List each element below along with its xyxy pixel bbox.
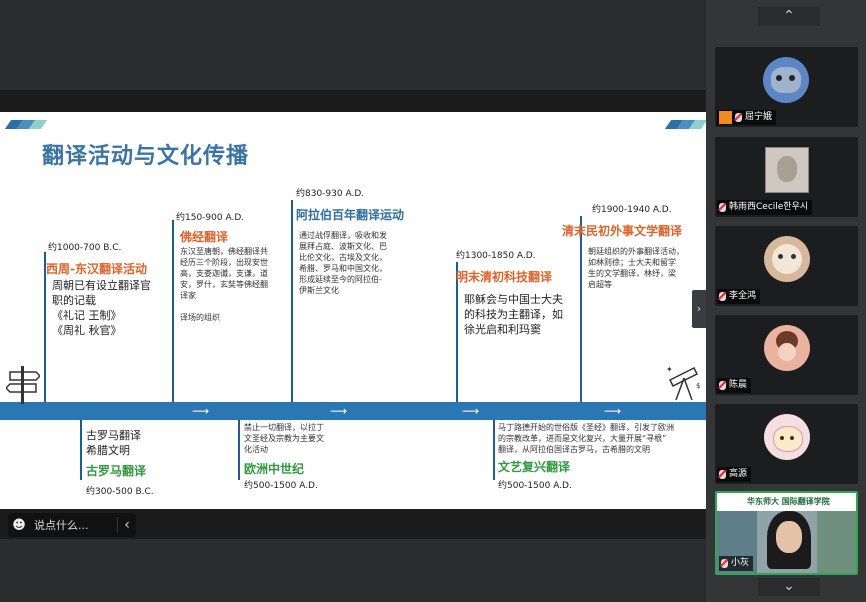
mic-muted-icon — [721, 559, 728, 568]
participant-name-bar: 李全鸿 — [717, 289, 761, 304]
timeline-connector — [172, 220, 174, 402]
event-era: 欧洲中世纪 — [244, 462, 305, 476]
event-date: 约300-500 B.C. — [86, 487, 154, 497]
participant-tile[interactable]: 陈晨 — [715, 315, 858, 395]
event-date: 约500-1500 A.D. — [244, 481, 318, 491]
telescope-icon: ✦ $ — [666, 365, 700, 401]
participant-name: 陈晨 — [729, 380, 748, 390]
participant-name-bar: 屈宁娥 — [717, 110, 777, 125]
mic-muted-icon — [719, 381, 726, 390]
slide-title: 翻译活动与文化传播 — [42, 144, 250, 169]
participant-name: 小灰 — [731, 558, 750, 568]
event-desc: 通过战俘翻译，吸收和发 展拜占庭、波斯文化、巴 比伦文化，古埃及文化， 希腊、罗… — [299, 231, 387, 295]
participant-name: 李全鸿 — [729, 291, 757, 301]
timeline-connector — [580, 216, 582, 402]
banner-text: 华东师大 国际翻译学院 — [747, 497, 830, 506]
event-desc: 古罗马翻译 希腊文明 — [86, 429, 141, 457]
timeline-bar — [0, 402, 706, 420]
event-desc: 朝廷组织的外事翻译活动， 如林则徐；士大夫和留学 生的文学翻译，林纾，梁 启超等 — [588, 247, 684, 289]
avatar — [763, 57, 809, 103]
participant-tile[interactable]: 韩雨西Cecile한우시 — [715, 137, 858, 217]
video-person — [767, 511, 811, 569]
event-desc: 耶稣会与中国士大夫 的科技为主翻译，如 徐光启和利玛窦 — [464, 293, 563, 336]
svg-text:✦: ✦ — [666, 365, 673, 374]
host-icon — [719, 111, 732, 124]
mic-muted-icon — [719, 470, 726, 479]
mic-muted-icon — [719, 203, 726, 212]
arrow-right-icon: ⟶ — [192, 404, 210, 418]
collapse-sidebar-button[interactable]: › — [692, 290, 706, 328]
chat-input[interactable]: ☻ 说点什么... ‹ — [8, 513, 136, 537]
signpost-icon — [6, 366, 40, 404]
participant-tile[interactable]: 李全鸿 — [715, 226, 858, 306]
timeline-connector — [80, 420, 82, 480]
event-era: 古罗马翻译 — [86, 464, 147, 478]
event-date: 约1900-1940 A.D. — [592, 205, 672, 215]
arrow-right-icon: ⟶ — [462, 404, 480, 418]
svg-text:$: $ — [696, 382, 700, 390]
participant-name-bar: 高源 — [717, 467, 752, 482]
event-date: 约150-900 A.D. — [176, 213, 245, 223]
chat-placeholder[interactable]: 说点什么... — [30, 517, 117, 533]
event-era: 阿拉伯百年翻译运动 — [296, 208, 405, 222]
participant-name: 高源 — [729, 469, 748, 479]
participant-name: 韩雨西Cecile한우시 — [729, 202, 809, 212]
scroll-up-button[interactable]: ⌃ — [758, 7, 820, 26]
avatar — [764, 236, 810, 282]
stripe-decoration-right — [664, 120, 706, 129]
participant-name: 屈宁娥 — [745, 112, 773, 122]
avatar — [765, 147, 809, 193]
event-date: 约500-1500 A.D. — [498, 481, 572, 491]
participant-name-bar: 小灰 — [719, 556, 754, 571]
event-desc: 禁止一切翻译，以拉丁 文圣经及宗教为主要文 化活动 — [244, 423, 324, 454]
timeline-connector — [238, 420, 240, 480]
participant-name-bar: 韩雨西Cecile한우시 — [717, 200, 813, 215]
event-desc: 东汉至唐朝，佛经翻译共 经历三个阶段，出现安世 高，支娄迦谶，支谦，道 安，罗什… — [180, 247, 268, 322]
mic-muted-icon — [735, 113, 742, 122]
event-desc: 马丁路德开始的世俗版《圣经》翻译，引发了欧洲 的宗教改革，进而是文化复兴，大量开… — [498, 423, 674, 454]
emoji-icon[interactable]: ☻ — [8, 518, 30, 533]
avatar — [764, 325, 810, 371]
mic-muted-icon — [719, 292, 726, 301]
stripe-decoration-left — [4, 120, 48, 129]
arrow-right-icon: ⟶ — [604, 404, 622, 418]
event-era: 清末民初外事文学翻译 — [562, 224, 683, 238]
event-date: 约1300-1850 A.D. — [456, 251, 536, 261]
presentation-slide: 翻译活动与文化传播 ⟶ ⟶ ⟶ ⟶ ✦ $ 约1000-700 B.C. 西周-… — [0, 112, 706, 509]
participant-tile-active[interactable]: 华东师大 国际翻译学院 小灰 — [715, 491, 858, 575]
arrow-right-icon: ⟶ — [330, 404, 348, 418]
scroll-down-button[interactable]: ⌄ — [758, 578, 820, 596]
event-era: 文艺复兴翻译 — [498, 460, 571, 474]
participant-tile[interactable]: 屈宁娥 — [715, 47, 858, 127]
slide-top-border — [0, 90, 706, 112]
shared-screen-area: 翻译活动与文化传播 ⟶ ⟶ ⟶ ⟶ ✦ $ 约1000-700 B.C. 西周-… — [0, 0, 706, 602]
video-background — [817, 511, 856, 573]
timeline-connector — [493, 420, 495, 480]
chevron-left-icon[interactable]: ‹ — [117, 517, 136, 533]
event-era: 明末清初科技翻译 — [456, 270, 553, 284]
event-date: 约1000-700 B.C. — [48, 243, 122, 253]
event-date: 约830-930 A.D. — [296, 189, 365, 199]
timeline-connector — [291, 200, 293, 402]
video-banner: 华东师大 国际翻译学院 — [717, 493, 856, 511]
avatar — [764, 414, 810, 460]
event-era: 西周-东汉翻译活动 — [46, 262, 147, 276]
participant-name-bar: 陈晨 — [717, 378, 752, 393]
participant-tile[interactable]: 高源 — [715, 404, 858, 484]
event-era: 佛经翻译 — [180, 230, 229, 244]
event-desc: 周朝已有设立翻译官 职的记载 《礼记 王制》 《周礼 秋官》 — [52, 279, 151, 337]
